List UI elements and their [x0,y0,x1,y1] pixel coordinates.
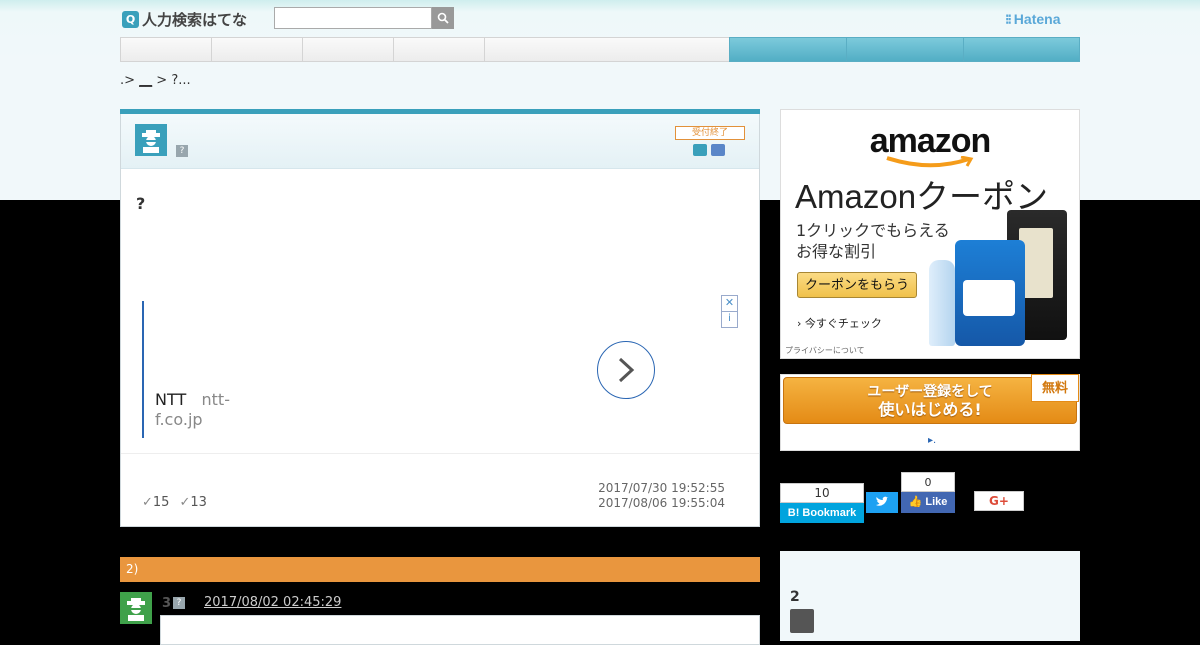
breadcrumb-start: .> [120,73,140,88]
hatena-brand-text: Hatena [1013,11,1061,27]
check-icon: ✓ [142,495,153,510]
tweet-button[interactable] [866,492,898,513]
thumbs-up-icon: 👍 [908,496,923,508]
sidebar-section-title: 2 [790,589,800,605]
main-nav [120,37,1080,62]
question-dates: 2017/07/30 19:52:55 2017/08/06 19:55:04 [540,481,725,511]
ad-text[interactable]: NTT ntt-f.co.jp [155,390,265,430]
amazon-check-link[interactable]: › 今すぐチェック [797,315,882,331]
amazon-coupon-button[interactable]: クーポンをもらう [797,272,917,298]
date-posted: 2017/07/30 19:52:55 [598,481,725,495]
nav-item-8[interactable] [963,37,1080,62]
status-badge: 受付終了 [675,126,745,140]
logo-q-icon: Q [122,10,139,28]
nav-item-6[interactable] [729,37,846,62]
breadcrumb-link[interactable]: __ [139,73,152,88]
nav-item-7[interactable] [846,37,963,62]
answer-body [160,615,760,645]
amazon-ad-subtitle: 1クリックでもらえる お得な割引 [796,221,950,261]
site-logo[interactable]: Q 人力検索はてな [122,9,247,29]
question-counts: ✓15 ✓13 [142,495,207,510]
answerer-avatar[interactable] [120,592,152,624]
search-input[interactable] [274,7,432,29]
search-icon [437,12,449,24]
anonymous-user-icon [142,130,160,153]
facebook-like-count: 0 [901,472,955,492]
facebook-like-button[interactable]: 👍 Like [901,492,955,513]
breadcrumb-rest: > ?... [152,73,191,88]
count-a: ✓15 [142,495,170,510]
product-detergent-label [963,280,1015,316]
group-icon [711,144,725,156]
question-header [121,114,759,169]
answer-date-link[interactable]: 2017/08/02 02:45:29 [204,595,341,610]
hatena-logo-icon: ⁝⁝ [1005,11,1012,27]
date-closed: 2017/08/06 19:55:04 [598,496,725,510]
answer-help-badge[interactable]: ? [173,597,185,609]
questioner-avatar[interactable] [135,124,167,156]
sidebar-user-avatar[interactable] [790,609,814,633]
nav-item-1[interactable] [120,37,211,62]
answers-header: 2) [120,557,760,582]
count-b: ✓13 [179,495,207,510]
ad-info-icon[interactable]: i [721,311,738,328]
question-help-badge[interactable]: ? [176,145,188,157]
nav-item-2[interactable] [211,37,302,62]
nav-item-4[interactable] [393,37,484,62]
free-badge: 無料 [1031,374,1079,402]
product-water-image [929,260,955,346]
nav-item-5[interactable] [484,37,729,62]
logo-text: 人力検索はてな [142,10,248,29]
amazon-privacy-link[interactable]: プライバシーについて [785,345,865,356]
register-link[interactable]: ▸. [928,435,936,446]
amazon-logo: amazon [781,122,1079,168]
twitter-bird-icon [876,496,889,506]
question-type-icon [693,144,707,156]
amazon-ad[interactable]: amazon Amazonクーポン 1クリックでもらえる お得な割引 クーポンを… [780,109,1080,359]
question-divider [121,453,759,454]
bookmark-count: 10 [780,483,864,503]
breadcrumb: .> __ > ?... [120,73,191,88]
chevron-right-icon [618,357,635,383]
google-plus-button[interactable]: G+ [974,491,1024,511]
search-button[interactable] [432,7,454,29]
question-title: ? [136,194,146,213]
answer-number: 3 [162,596,172,611]
ad-open-button[interactable] [597,341,655,399]
chevron-right-icon: › [797,317,802,330]
nav-item-3[interactable] [302,37,393,62]
hatena-brand-link[interactable]: ⁝⁝ Hatena [1005,11,1060,28]
ad-close-icon[interactable]: ✕ [721,295,738,312]
anonymous-user-icon [127,598,145,621]
amazon-smile-icon [886,156,974,168]
check-icon: ✓ [179,495,191,510]
ad-brand: NTT [155,390,187,409]
bookmark-button[interactable]: B! Bookmark [780,503,864,523]
sidebar-panel [780,551,1080,641]
